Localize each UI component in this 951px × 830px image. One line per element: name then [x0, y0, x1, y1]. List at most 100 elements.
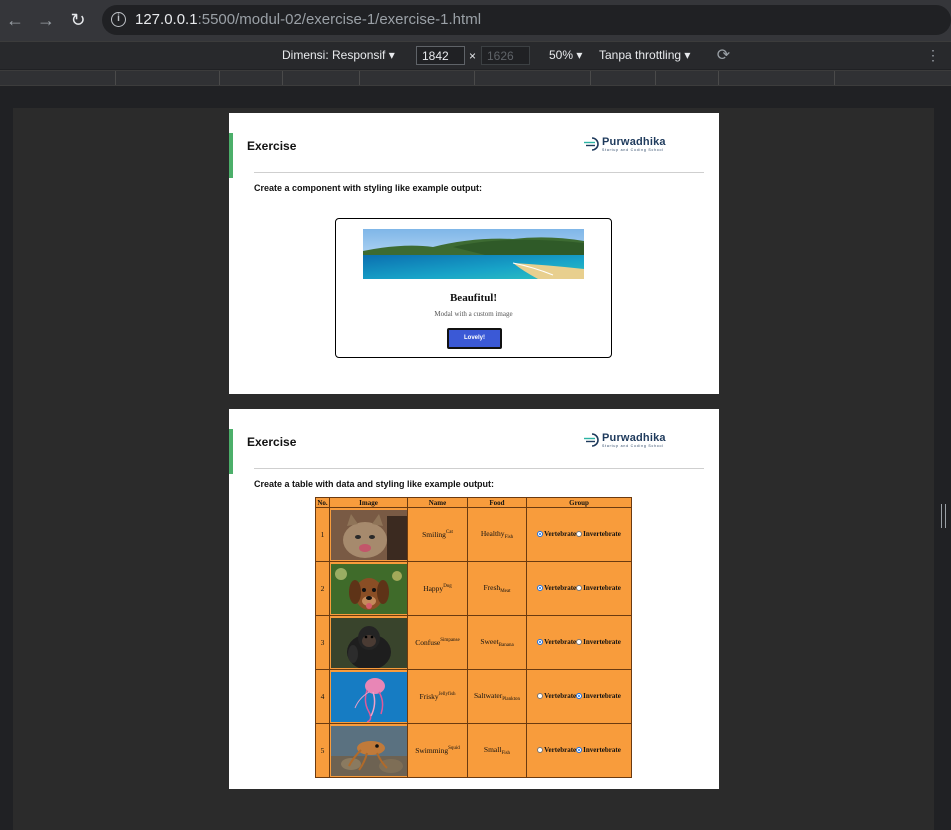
modal-title: Beaufitul!: [449, 292, 498, 304]
card-title: Exercise: [247, 139, 297, 153]
cell-food: SaltwaterPlankton: [467, 669, 527, 724]
rotate-icon[interactable]: ⟳: [715, 47, 732, 64]
radio-label: Vertebrate: [544, 638, 577, 646]
header-no: No.: [315, 497, 330, 508]
cell-group: Vertebrate Invertebrate: [526, 669, 632, 724]
cell-image: [329, 669, 408, 724]
cell-group: Vertebrate Invertebrate: [526, 561, 632, 616]
table-row: 2 HappyDog FreshMeat Vertebrate Invertebrate: [315, 561, 632, 616]
radio-button[interactable]: [537, 585, 544, 591]
radio-label: Vertebrate: [544, 746, 577, 754]
logo-text: Purwadhika: [602, 136, 666, 148]
arrow-left-icon[interactable]: ←: [5, 10, 25, 30]
times-sign: ×: [469, 49, 477, 63]
table-row: 1 SmilingCat HealthyFish Vertebrate Inverteb…: [315, 507, 632, 562]
cell-food: SmallFish: [467, 723, 527, 778]
radio-button[interactable]: [576, 693, 583, 699]
zoom-dropdown[interactable]: 50% ▾: [549, 48, 582, 62]
group-option[interactable]: Vertebrate: [537, 530, 576, 538]
modal-component: Beaufitul! Modal with a custom image Lov…: [335, 218, 612, 358]
media-query-ruler[interactable]: [0, 70, 951, 86]
table-row: 3 ConfuseSimpanse SweetBanana Vertebrate Inv…: [315, 615, 632, 670]
logo-mark-icon: [584, 433, 599, 447]
radio-button[interactable]: [576, 639, 583, 645]
cell-food: HealthyFish: [467, 507, 527, 562]
dimensions-dropdown[interactable]: Dimensi: Responsif ▾: [282, 48, 395, 62]
logo-tagline: Startup and Coding School: [602, 444, 664, 448]
reload-icon[interactable]: ↻: [68, 10, 88, 30]
group-option[interactable]: Vertebrate: [537, 638, 576, 646]
device-toolbar: Dimensi: Responsif ▾ × 50% ▾ Tanpa throt…: [0, 41, 951, 69]
radio-label: Invertebrate: [583, 530, 621, 538]
beach-landscape-image: [363, 229, 584, 279]
cell-food: FreshMeat: [467, 561, 527, 616]
group-option[interactable]: Vertebrate: [537, 692, 576, 700]
divider: [254, 468, 704, 469]
height-input[interactable]: [481, 46, 530, 65]
group-option[interactable]: Invertebrate: [576, 584, 621, 592]
info-icon[interactable]: i: [111, 12, 126, 27]
header-food: Food: [467, 497, 527, 508]
url-text[interactable]: 127.0.0.1:5500/modul-02/exercise-1/exerc…: [135, 11, 481, 28]
cell-no: 2: [315, 561, 330, 616]
name-superscript: Jellyfish: [438, 692, 456, 697]
radio-button[interactable]: [537, 747, 544, 753]
lovely-button[interactable]: Lovely!: [447, 328, 502, 349]
group-option[interactable]: Vertebrate: [537, 584, 576, 592]
radio-button[interactable]: [576, 585, 583, 591]
exercise-card-modal: Exercise Purwadhika Startup and Coding S…: [229, 113, 719, 394]
cell-group: Vertebrate Invertebrate: [526, 723, 632, 778]
group-option[interactable]: Invertebrate: [576, 692, 621, 700]
food-text: Small: [483, 745, 502, 754]
name-text: Swimming: [415, 746, 449, 755]
food-text: Sweet: [480, 637, 499, 646]
cell-no: 1: [315, 507, 330, 562]
table-row: 5 SwimmingSquid SmallFish Vertebrate Inverte…: [315, 723, 632, 778]
accent-bar: [229, 133, 233, 178]
width-input[interactable]: [416, 46, 465, 65]
more-options-icon[interactable]: ⋮: [926, 47, 940, 63]
arrow-right-icon[interactable]: →: [36, 10, 56, 30]
radio-button[interactable]: [576, 531, 583, 537]
url-path: :5500/modul-02/exercise-1/exercise-1.htm…: [197, 11, 482, 28]
throttling-dropdown[interactable]: Tanpa throttling ▾: [599, 48, 690, 62]
group-option[interactable]: Invertebrate: [576, 638, 621, 646]
header-group: Group: [526, 497, 632, 508]
group-option[interactable]: Vertebrate: [537, 746, 576, 754]
group-option[interactable]: Invertebrate: [576, 530, 621, 538]
address-bar[interactable]: i 127.0.0.1:5500/modul-02/exercise-1/exe…: [102, 5, 951, 35]
cell-no: 4: [315, 669, 330, 724]
name-text: Smiling: [422, 530, 446, 539]
accent-bar: [229, 429, 233, 474]
cell-name: FriskyJellyfish: [407, 669, 468, 724]
name-text: Frisky: [419, 692, 439, 701]
cell-group: Vertebrate Invertebrate: [526, 615, 632, 670]
food-text: Healthy: [480, 529, 505, 538]
cell-image: [329, 615, 408, 670]
radio-button[interactable]: [537, 639, 544, 645]
logo-text: Purwadhika: [602, 432, 666, 444]
jellyfish-image: [330, 671, 407, 722]
cell-food: SweetBanana: [467, 615, 527, 670]
purwadhika-logo: Purwadhika Startup and Coding School: [583, 136, 678, 154]
radio-label: Invertebrate: [583, 638, 621, 646]
food-text: Saltwater: [473, 691, 503, 700]
radio-button[interactable]: [576, 747, 583, 753]
animals-table: No. Image Name Food Group 1 SmilingCat Hea…: [315, 497, 632, 778]
modal-image: [363, 229, 584, 279]
card-title: Exercise: [247, 435, 297, 449]
radio-button[interactable]: [537, 693, 544, 699]
header-image: Image: [329, 497, 408, 508]
group-option[interactable]: Invertebrate: [576, 746, 621, 754]
food-text: Fresh: [483, 583, 501, 592]
name-superscript: Squid: [448, 746, 460, 751]
radio-label: Invertebrate: [583, 746, 621, 754]
food-subscript: Plankton: [502, 697, 521, 702]
resize-handle[interactable]: [941, 504, 946, 528]
instruction-text: Create a table with data and styling lik…: [254, 479, 495, 489]
radio-button[interactable]: [537, 531, 544, 537]
food-subscript: Fish: [504, 535, 514, 540]
logo-mark-icon: [584, 137, 599, 151]
cat-image: [330, 509, 407, 560]
cell-no: 5: [315, 723, 330, 778]
